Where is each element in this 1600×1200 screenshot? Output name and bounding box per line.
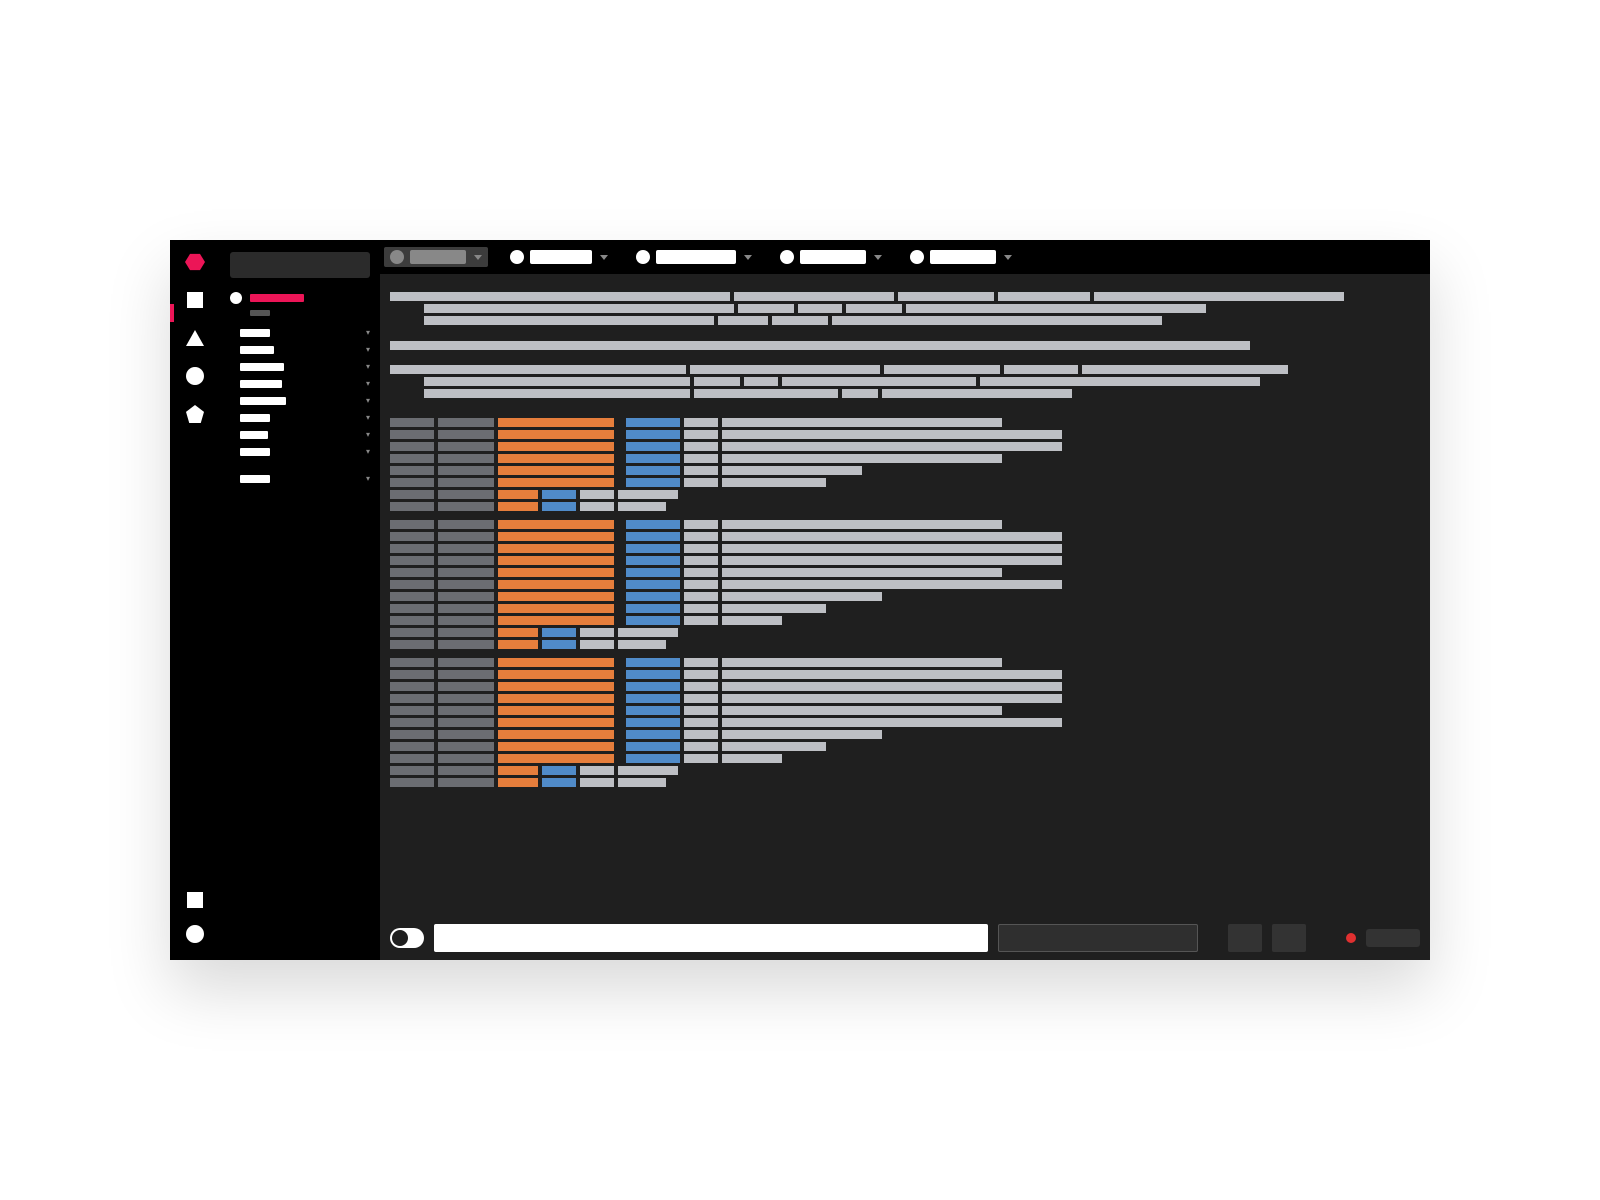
- nav-square-icon[interactable]: [185, 290, 205, 310]
- record-icon: [1346, 933, 1356, 943]
- toggle-switch[interactable]: [390, 928, 424, 948]
- log-row: [390, 730, 1420, 739]
- log-row: [390, 556, 1420, 565]
- tree-root[interactable]: [220, 288, 380, 308]
- chevron-down-icon: ▾: [366, 474, 370, 483]
- tree-item[interactable]: ▾: [220, 470, 380, 487]
- bottombar-button[interactable]: [1228, 924, 1262, 952]
- toolbar-tab[interactable]: [904, 247, 1018, 267]
- toolbar-tab[interactable]: [504, 247, 614, 267]
- chevron-down-icon: [1004, 255, 1012, 260]
- chevron-down-icon: [874, 255, 882, 260]
- tab-dot-icon: [780, 250, 794, 264]
- log-row: [390, 478, 1420, 487]
- icon-rail: [170, 240, 220, 960]
- log-row: [390, 490, 1420, 499]
- log-row: [390, 778, 1420, 787]
- chevron-down-icon: ▾: [366, 328, 370, 337]
- bottom-circle-icon[interactable]: [185, 924, 205, 944]
- bottombar: [380, 916, 1430, 960]
- log-row: [390, 442, 1420, 451]
- nav-pentagon-icon[interactable]: [185, 404, 205, 424]
- active-indicator: [170, 304, 174, 322]
- log-row: [390, 718, 1420, 727]
- log-row: [390, 454, 1420, 463]
- tab-dot-icon: [510, 250, 524, 264]
- log-row: [390, 466, 1420, 475]
- nav-triangle-icon[interactable]: [185, 328, 205, 348]
- chevron-down-icon: [474, 255, 482, 260]
- chevron-down-icon: ▾: [366, 345, 370, 354]
- nav-circle-icon[interactable]: [185, 366, 205, 386]
- tree-item[interactable]: ▾: [220, 409, 380, 426]
- log-row: [390, 640, 1420, 649]
- chevron-down-icon: ▾: [366, 379, 370, 388]
- log-row: [390, 520, 1420, 529]
- log-row: [390, 592, 1420, 601]
- toolbar: [380, 240, 1430, 274]
- chevron-down-icon: ▾: [366, 430, 370, 439]
- app-window: ▾ ▾ ▾ ▾ ▾ ▾ ▾ ▾ ▾: [170, 240, 1430, 960]
- toolbar-tab[interactable]: [384, 247, 488, 267]
- tree-item[interactable]: ▾: [220, 358, 380, 375]
- tree-item[interactable]: ▾: [220, 426, 380, 443]
- chevron-down-icon: ▾: [366, 413, 370, 422]
- tree-item[interactable]: ▾: [220, 375, 380, 392]
- log-row: [390, 628, 1420, 637]
- log-row: [390, 706, 1420, 715]
- tab-dot-icon: [636, 250, 650, 264]
- chevron-down-icon: ▾: [366, 396, 370, 405]
- tree-subline: [250, 310, 270, 316]
- toolbar-tab[interactable]: [774, 247, 888, 267]
- log-row: [390, 694, 1420, 703]
- search-input[interactable]: [230, 252, 370, 278]
- command-input[interactable]: [434, 924, 988, 952]
- tree-item[interactable]: ▾: [220, 324, 380, 341]
- command-extension[interactable]: [998, 924, 1198, 952]
- log-row: [390, 502, 1420, 511]
- tab-dot-icon: [910, 250, 924, 264]
- chevron-down-icon: [744, 255, 752, 260]
- log-row: [390, 658, 1420, 667]
- tree-dot-icon: [230, 292, 242, 304]
- log-row: [390, 670, 1420, 679]
- chevron-down-icon: [600, 255, 608, 260]
- toolbar-tab[interactable]: [630, 247, 758, 267]
- record-status[interactable]: [1366, 929, 1420, 947]
- bottom-square-icon[interactable]: [185, 890, 205, 910]
- editor-content[interactable]: [380, 274, 1430, 916]
- main: [380, 240, 1430, 960]
- log-row: [390, 568, 1420, 577]
- chevron-down-icon: ▾: [366, 447, 370, 456]
- tree-item[interactable]: ▾: [220, 341, 380, 358]
- log-row: [390, 430, 1420, 439]
- log-row: [390, 580, 1420, 589]
- tree-item[interactable]: ▾: [220, 443, 380, 460]
- log-row: [390, 532, 1420, 541]
- tree-item[interactable]: ▾: [220, 392, 380, 409]
- log-row: [390, 742, 1420, 751]
- log-row: [390, 544, 1420, 553]
- log-row: [390, 682, 1420, 691]
- chevron-down-icon: ▾: [366, 362, 370, 371]
- tree-root-label: [250, 294, 304, 302]
- logo-hexagon-icon[interactable]: [185, 252, 205, 272]
- sidebar: ▾ ▾ ▾ ▾ ▾ ▾ ▾ ▾ ▾: [220, 240, 380, 960]
- log-row: [390, 604, 1420, 613]
- log-row: [390, 418, 1420, 427]
- log-row: [390, 766, 1420, 775]
- log-row: [390, 754, 1420, 763]
- log-row: [390, 616, 1420, 625]
- bottombar-button[interactable]: [1272, 924, 1306, 952]
- tab-dot-icon: [390, 250, 404, 264]
